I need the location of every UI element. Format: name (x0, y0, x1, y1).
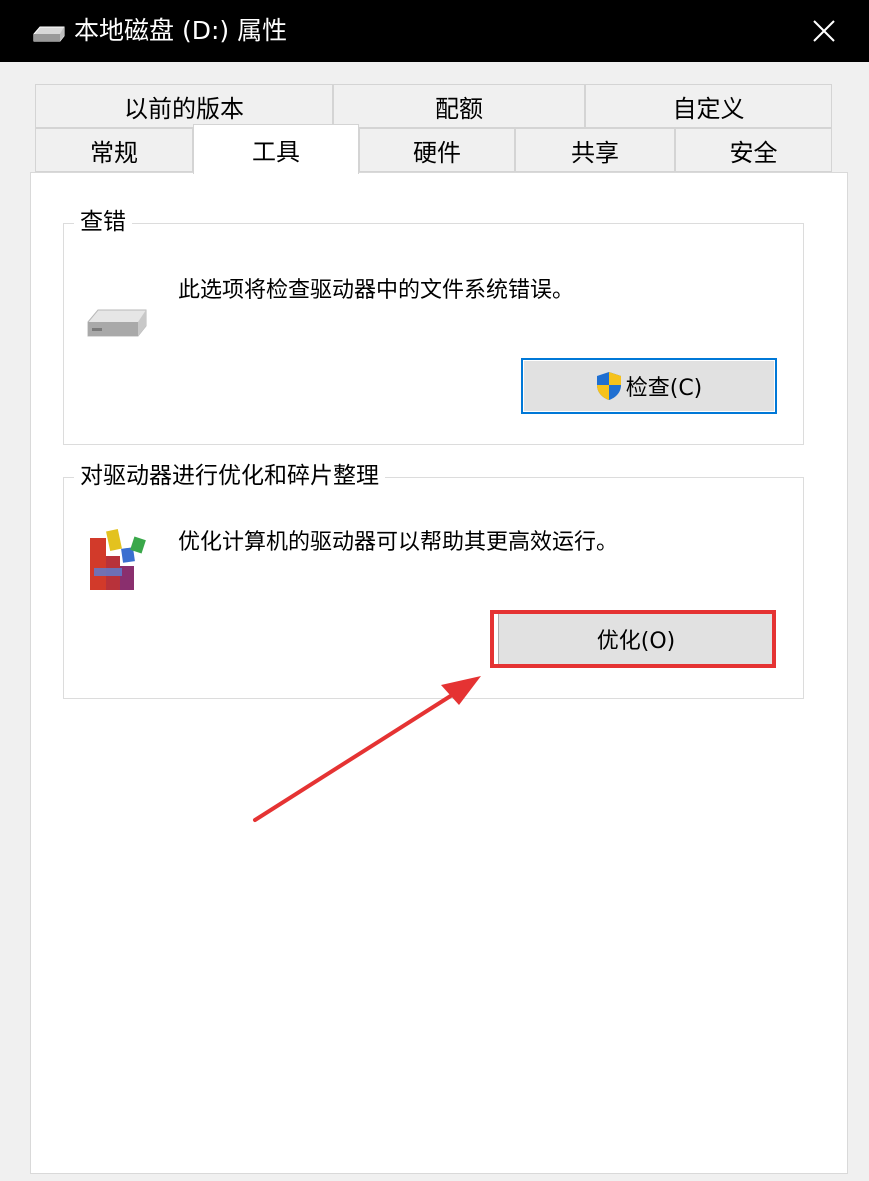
title-bar: 本地磁盘 (D:) 属性 (0, 0, 869, 62)
tab-quota[interactable]: 配额 (333, 84, 585, 128)
tools-tab-page: 查错 此选项将检查驱动器中的文件系统错误。 检查(C) 对驱动器进行优化和碎片整… (30, 172, 848, 1174)
drive-icon (33, 26, 65, 42)
tab-tools[interactable]: 工具 (193, 124, 359, 174)
tab-hardware[interactable]: 硬件 (359, 128, 515, 172)
tab-security[interactable]: 安全 (675, 128, 832, 172)
tab-customize[interactable]: 自定义 (585, 84, 832, 128)
annotation-arrow (253, 676, 481, 822)
close-icon (813, 20, 835, 42)
close-button[interactable] (800, 8, 848, 54)
window-title: 本地磁盘 (D:) 属性 (74, 16, 288, 45)
tab-previous-versions[interactable]: 以前的版本 (35, 84, 333, 128)
tab-general[interactable]: 常规 (35, 128, 193, 172)
properties-dialog: 以前的版本 配额 自定义 常规 工具 硬件 共享 安全 查错 此选项将检查驱动器… (14, 62, 855, 1181)
tab-sharing[interactable]: 共享 (515, 128, 675, 172)
